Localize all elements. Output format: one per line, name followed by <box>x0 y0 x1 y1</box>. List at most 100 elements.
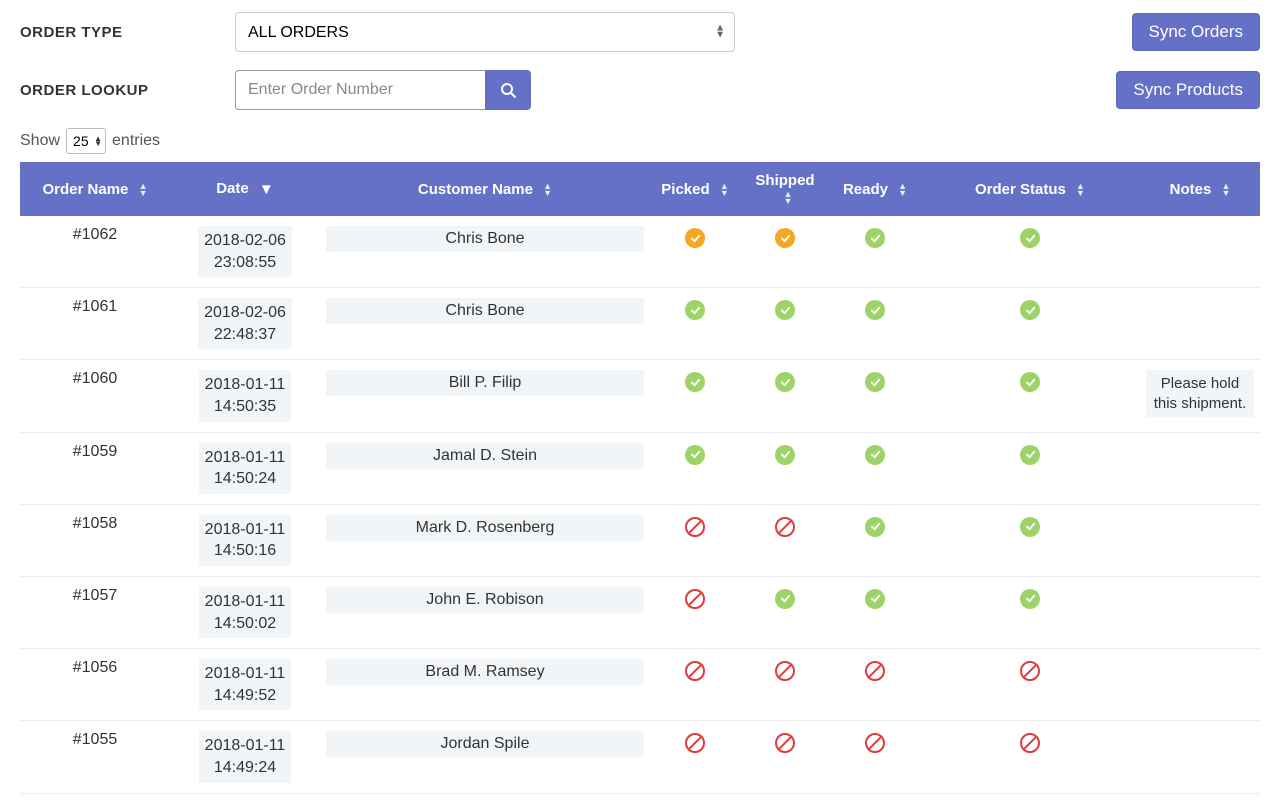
check-icon <box>775 300 795 320</box>
table-row[interactable]: #10602018-01-1114:50:35Bill P. FilipPlea… <box>20 360 1260 432</box>
check-icon <box>1020 589 1040 609</box>
col-picked[interactable]: Picked ▲▼ <box>650 162 740 216</box>
sort-icon: ▲▼ <box>543 183 552 197</box>
date-cell: 2018-01-1114:50:16 <box>170 504 320 576</box>
order-name-cell: #1057 <box>20 576 170 648</box>
col-ready[interactable]: Ready ▲▼ <box>830 162 920 216</box>
sort-icon: ▲▼ <box>1076 183 1085 197</box>
blocked-icon <box>775 517 795 537</box>
col-date[interactable]: Date ▼ <box>170 162 320 216</box>
ready-cell <box>830 360 920 432</box>
table-row[interactable]: #10562018-01-1114:49:52Brad M. Ramsey <box>20 649 1260 721</box>
customer-cell: John E. Robison <box>320 576 650 648</box>
entries-suffix-label: entries <box>112 132 160 150</box>
status-cell <box>920 721 1140 793</box>
check-icon <box>775 372 795 392</box>
check-icon <box>1020 372 1040 392</box>
sort-icon: ▲▼ <box>720 183 729 197</box>
customer-cell: Chris Bone <box>320 288 650 360</box>
col-customer[interactable]: Customer Name ▲▼ <box>320 162 650 216</box>
picked-cell <box>650 649 740 721</box>
check-icon <box>865 228 885 248</box>
date-cell: 2018-02-0622:48:37 <box>170 288 320 360</box>
status-cell <box>920 576 1140 648</box>
table-row[interactable]: #10572018-01-1114:50:02John E. Robison <box>20 576 1260 648</box>
status-cell <box>920 432 1140 504</box>
check-icon <box>865 589 885 609</box>
picked-cell <box>650 504 740 576</box>
shipped-cell <box>740 721 830 793</box>
customer-cell: Chris Bone <box>320 216 650 288</box>
sort-icon: ▲▼ <box>139 183 148 197</box>
picked-cell <box>650 216 740 288</box>
check-icon <box>1020 228 1040 248</box>
blocked-icon <box>685 733 705 753</box>
date-cell: 2018-01-1114:49:24 <box>170 721 320 793</box>
shipped-cell <box>740 432 830 504</box>
check-icon <box>865 300 885 320</box>
order-lookup-label: ORDER LOOKUP <box>20 82 235 99</box>
search-icon <box>500 82 516 98</box>
check-icon <box>685 300 705 320</box>
picked-cell <box>650 432 740 504</box>
customer-cell: Mark D. Rosenberg <box>320 504 650 576</box>
ready-cell <box>830 432 920 504</box>
check-icon <box>1020 517 1040 537</box>
entries-count-select[interactable]: 25 <box>66 128 106 154</box>
order-type-select[interactable]: ALL ORDERS <box>235 12 735 52</box>
shipped-cell <box>740 649 830 721</box>
shipped-cell <box>740 576 830 648</box>
order-name-cell: #1058 <box>20 504 170 576</box>
sort-icon: ▲▼ <box>1221 183 1230 197</box>
ready-cell <box>830 721 920 793</box>
picked-cell <box>650 721 740 793</box>
status-cell <box>920 504 1140 576</box>
date-cell: 2018-02-0623:08:55 <box>170 216 320 288</box>
table-row[interactable]: #10622018-02-0623:08:55Chris Bone <box>20 216 1260 288</box>
shipped-cell <box>740 288 830 360</box>
check-icon <box>685 445 705 465</box>
blocked-icon <box>685 661 705 681</box>
table-row[interactable]: #10552018-01-1114:49:24Jordan Spile <box>20 721 1260 793</box>
orders-table: Order Name ▲▼ Date ▼ Customer Name ▲▼ Pi… <box>20 162 1260 794</box>
notes-cell <box>1140 216 1260 288</box>
search-button[interactable] <box>485 70 531 110</box>
check-icon <box>865 445 885 465</box>
pending-icon <box>685 228 705 248</box>
col-order-name[interactable]: Order Name ▲▼ <box>20 162 170 216</box>
sort-desc-icon: ▼ <box>259 181 274 198</box>
blocked-icon <box>1020 661 1040 681</box>
ready-cell <box>830 216 920 288</box>
customer-cell: Jamal D. Stein <box>320 432 650 504</box>
date-cell: 2018-01-1114:50:02 <box>170 576 320 648</box>
sort-icon: ▲▼ <box>784 191 793 205</box>
sort-icon: ▲▼ <box>898 183 907 197</box>
notes-cell <box>1140 288 1260 360</box>
order-name-cell: #1060 <box>20 360 170 432</box>
notes-cell: Please hold this shipment. <box>1140 360 1260 432</box>
ready-cell <box>830 504 920 576</box>
shipped-cell <box>740 504 830 576</box>
date-cell: 2018-01-1114:49:52 <box>170 649 320 721</box>
col-shipped[interactable]: Shipped ▲▼ <box>740 162 830 216</box>
check-icon <box>865 517 885 537</box>
notes-cell <box>1140 432 1260 504</box>
table-row[interactable]: #10582018-01-1114:50:16Mark D. Rosenberg <box>20 504 1260 576</box>
check-icon <box>775 445 795 465</box>
notes-cell <box>1140 576 1260 648</box>
blocked-icon <box>685 589 705 609</box>
blocked-icon <box>1020 733 1040 753</box>
table-row[interactable]: #10592018-01-1114:50:24Jamal D. Stein <box>20 432 1260 504</box>
picked-cell <box>650 576 740 648</box>
sync-products-button[interactable]: Sync Products <box>1116 71 1260 109</box>
entries-show-label: Show <box>20 132 60 150</box>
sync-orders-button[interactable]: Sync Orders <box>1132 13 1260 51</box>
check-icon <box>1020 445 1040 465</box>
table-row[interactable]: #10612018-02-0622:48:37Chris Bone <box>20 288 1260 360</box>
col-notes[interactable]: Notes ▲▼ <box>1140 162 1260 216</box>
check-icon <box>685 372 705 392</box>
picked-cell <box>650 360 740 432</box>
col-order-status[interactable]: Order Status ▲▼ <box>920 162 1140 216</box>
ready-cell <box>830 649 920 721</box>
order-lookup-input[interactable] <box>235 70 485 110</box>
